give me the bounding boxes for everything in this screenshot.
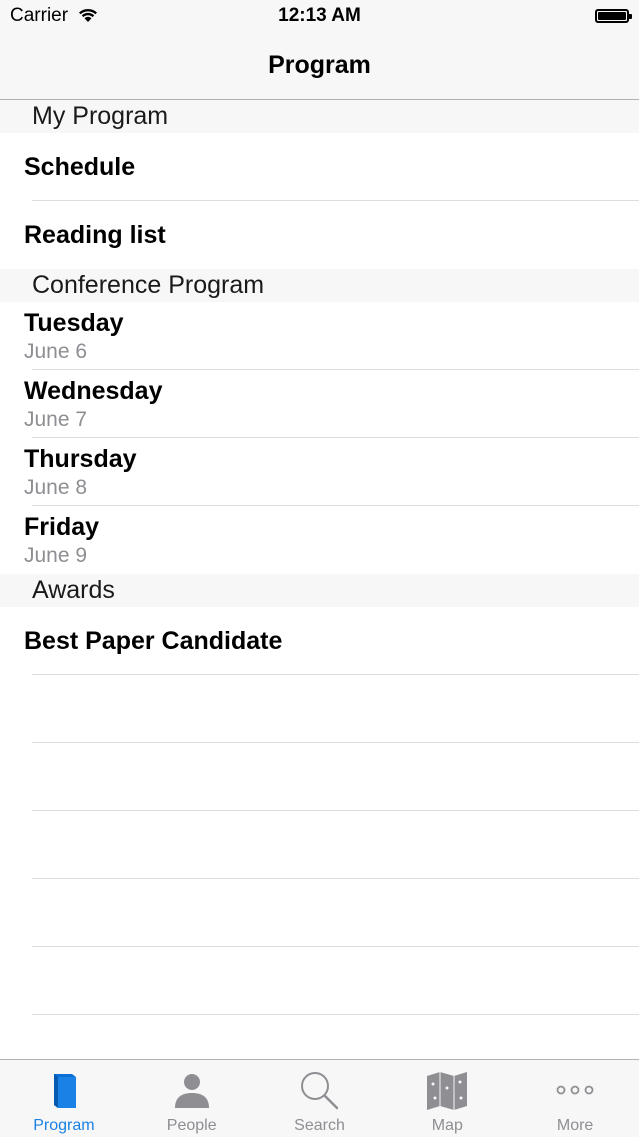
tab-map[interactable]: Map xyxy=(383,1060,511,1137)
section-header-conference-program: Conference Program xyxy=(0,269,639,302)
navigation-bar: Program xyxy=(0,34,639,100)
row-wednesday[interactable]: Wednesday June 7 xyxy=(0,370,639,438)
tab-more[interactable]: More xyxy=(511,1060,639,1137)
tab-people[interactable]: People xyxy=(128,1060,256,1137)
tab-label: People xyxy=(166,1117,217,1134)
book-icon xyxy=(53,1074,76,1108)
row-title: Best Paper Candidate xyxy=(24,627,283,655)
more-dots-icon xyxy=(556,1085,594,1095)
row-title: Wednesday xyxy=(24,377,163,405)
row-title: Friday xyxy=(24,513,100,541)
row-best-paper-candidate[interactable]: Best Paper Candidate xyxy=(0,607,639,675)
status-bar: Carrier 12:13 AM xyxy=(0,0,639,34)
empty-row xyxy=(0,743,639,811)
row-title: Thursday xyxy=(24,445,137,473)
magnifier-icon xyxy=(301,1072,339,1110)
map-icon xyxy=(427,1072,468,1110)
empty-row xyxy=(0,947,639,1015)
tab-label: Search xyxy=(294,1117,345,1134)
row-tuesday[interactable]: Tuesday June 6 xyxy=(0,302,639,370)
row-title: Tuesday xyxy=(24,309,124,337)
section-header-label: My Program xyxy=(32,102,169,130)
empty-row xyxy=(0,811,639,879)
row-subtitle: June 7 xyxy=(24,408,88,431)
row-friday[interactable]: Friday June 9 xyxy=(0,506,639,574)
section-header-label: Awards xyxy=(32,576,115,604)
tab-label: Program xyxy=(33,1117,95,1134)
row-schedule[interactable]: Schedule xyxy=(0,133,639,201)
empty-row xyxy=(0,879,639,947)
row-title: Reading list xyxy=(24,221,166,249)
empty-row xyxy=(0,675,639,743)
row-title: Schedule xyxy=(24,153,136,181)
tab-label: Map xyxy=(431,1117,463,1134)
section-header-my-program: My Program xyxy=(0,100,639,133)
tab-search[interactable]: Search xyxy=(256,1060,384,1137)
tab-label: More xyxy=(556,1117,594,1134)
row-thursday[interactable]: Thursday June 8 xyxy=(0,438,639,506)
section-header-awards: Awards xyxy=(0,574,639,607)
row-subtitle: June 6 xyxy=(24,340,88,363)
row-reading-list[interactable]: Reading list xyxy=(0,201,639,269)
person-icon xyxy=(174,1074,209,1108)
clock-time: 12:13 AM xyxy=(278,5,361,26)
row-subtitle: June 8 xyxy=(24,476,88,499)
tab-program[interactable]: Program xyxy=(0,1060,128,1137)
section-header-label: Conference Program xyxy=(32,271,265,299)
battery-icon xyxy=(595,9,632,23)
tab-bar: Program People Search Map More xyxy=(0,1059,639,1137)
page-title: Program xyxy=(268,51,371,79)
row-subtitle: June 9 xyxy=(24,544,88,567)
program-table[interactable]: My Program Schedule Reading list Confere… xyxy=(0,100,639,1015)
